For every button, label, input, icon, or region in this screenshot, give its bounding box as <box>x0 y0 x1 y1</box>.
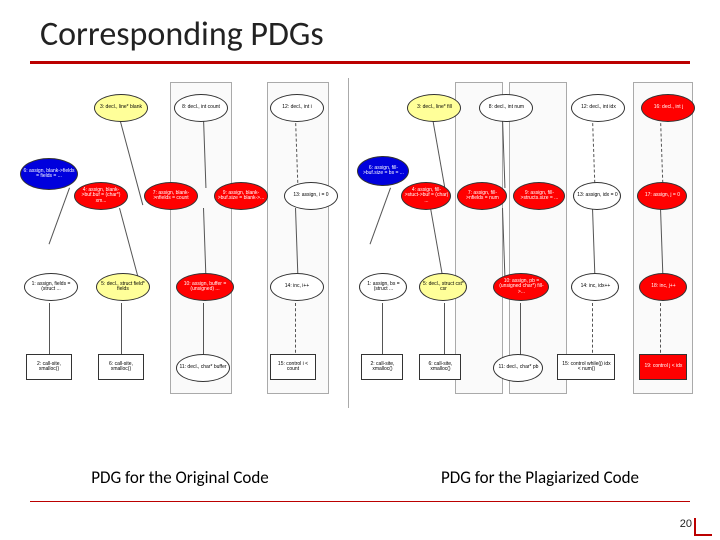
graph-node: 4: assign, blank->buf.buf = (char*) xm..… <box>74 182 128 210</box>
graph-node: 12: decl., int idx <box>571 94 625 122</box>
graph-node: 14: inc, i++ <box>270 273 324 301</box>
graph-edge <box>432 118 446 192</box>
corner-decoration <box>694 518 712 536</box>
caption-left: PDG for the Original Code <box>0 467 360 488</box>
slide-title: Corresponding PDGs <box>0 0 720 61</box>
graph-edge <box>203 303 204 358</box>
page-number: 20 <box>680 518 692 530</box>
graph-node: 14: inc, idx++ <box>571 273 619 301</box>
graph-node: 6: assign, blank->fields = fields = ... <box>20 158 78 190</box>
graph-edge <box>49 188 70 245</box>
graph-edge <box>121 303 122 358</box>
title-underline <box>30 61 690 64</box>
graph-node: 11: decl., char* buffer <box>176 354 230 382</box>
graph-edge <box>592 118 595 188</box>
graph-node: 13: assign, i = 0 <box>284 182 338 210</box>
graph-node: 15: control i < count <box>270 354 316 380</box>
pdg-left: 3: decl., line* blank 8: decl., int coun… <box>14 78 349 408</box>
column-highlight <box>509 82 567 394</box>
pdg-right: 3: decl., line* fill 8: decl., int num 1… <box>353 78 699 408</box>
content-area: 3: decl., line* blank 8: decl., int coun… <box>14 78 706 408</box>
graph-edge <box>370 188 391 245</box>
graph-node: 3: decl., line* blank <box>94 94 148 122</box>
graph-node: 6: assign, fill->buf.size = bs = ... <box>357 156 409 186</box>
column-highlight <box>455 82 503 394</box>
graph-node: 2: call-site, xmalloc() <box>26 354 72 380</box>
graph-node: 15: control while(j) idx < num() <box>557 354 615 380</box>
footer-rule <box>30 501 690 502</box>
graph-node: 9: assign, blank->buf.size = blank->... <box>214 182 268 210</box>
graph-edge <box>430 208 443 277</box>
column-highlight <box>633 82 693 394</box>
graph-node: 3: decl., line* fill <box>407 94 461 122</box>
column-highlight <box>170 82 232 394</box>
graph-node: 6: call-site, xmalloc() <box>98 354 144 380</box>
graph-node: 5: decl., struct field* fields <box>96 273 150 301</box>
graph-edge <box>382 303 383 358</box>
column-highlight <box>267 82 329 394</box>
graph-edge <box>295 303 296 358</box>
graph-node: 7: assign, blank->nfields = count <box>144 182 198 210</box>
graph-edge <box>119 208 138 276</box>
graph-edge <box>592 303 593 358</box>
graph-node: 8: decl., int count <box>174 94 228 122</box>
caption-right: PDG for the Plagiarized Code <box>360 467 720 488</box>
graph-node: 4: assign, fill->stuct->buf = (char) ... <box>401 182 451 210</box>
graph-node: 1: assign, fields = (struct ... <box>24 273 78 301</box>
captions-row: PDG for the Original Code PDG for the Pl… <box>0 467 720 488</box>
graph-node: 1: assign, bs = (struct ... <box>359 273 407 301</box>
graph-node: 2: call-site, xmalloc() <box>361 354 403 380</box>
graph-node: 19: control j < idx <box>639 354 687 380</box>
graph-edge <box>444 303 445 358</box>
graph-node: 12: decl., int i <box>270 94 324 122</box>
graph-node: 13: assign, idx = 0 <box>573 182 621 210</box>
graph-node: 6: call-site, xmalloc() <box>419 354 461 380</box>
graph-node: 10: assign, buffer = (unsigned) ... <box>176 273 234 301</box>
graph-edge <box>49 303 50 358</box>
graph-edge <box>592 208 595 278</box>
